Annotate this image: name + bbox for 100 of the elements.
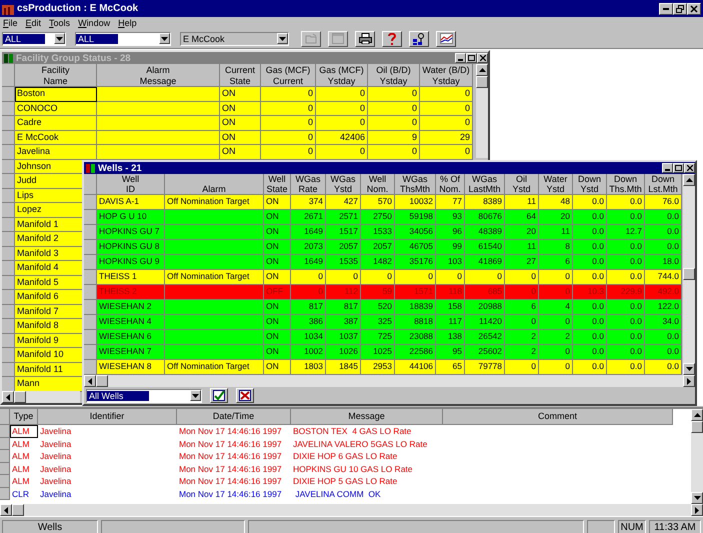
row-header[interactable] [84, 330, 97, 345]
maximize-button[interactable] [466, 53, 477, 63]
row-header[interactable] [2, 304, 15, 319]
column-header[interactable]: Comment [443, 409, 673, 425]
column-header[interactable]: Gas (MCF) Current [261, 64, 316, 87]
scroll-thumb[interactable] [476, 76, 488, 88]
row-header[interactable] [0, 438, 10, 450]
table-cell: 20 [505, 225, 539, 240]
row-header[interactable] [84, 195, 97, 210]
scrollbar[interactable] [84, 375, 695, 387]
row-header[interactable] [2, 87, 15, 102]
row-header[interactable] [2, 188, 15, 203]
column-header[interactable]: Current State [220, 64, 261, 87]
close-button[interactable] [477, 53, 488, 63]
close-button[interactable] [684, 163, 695, 173]
column-header[interactable]: Type [10, 409, 38, 425]
scrollbar[interactable] [0, 504, 703, 516]
toolbar-button[interactable] [382, 30, 402, 46]
row-header[interactable] [2, 290, 15, 304]
close-button[interactable] [687, 2, 701, 14]
row-header[interactable] [2, 203, 15, 218]
dropdown[interactable]: All Wells [86, 388, 202, 402]
row-header[interactable] [2, 218, 15, 232]
menu-item[interactable]: File [3, 18, 18, 28]
scroll-thumb[interactable] [12, 504, 24, 516]
row-header[interactable] [84, 255, 97, 270]
column-header[interactable]: Gas (MCF) Ystday [316, 64, 368, 87]
scrollbar[interactable] [476, 64, 488, 158]
scrollbar[interactable] [683, 174, 695, 375]
scrollbar[interactable] [2, 391, 80, 403]
row-header[interactable] [2, 246, 15, 261]
cancel-button[interactable] [236, 388, 254, 403]
column-header[interactable]: Down Ths.Mth [607, 174, 645, 195]
row-header[interactable] [2, 334, 15, 348]
dropdown[interactable]: ALL [2, 32, 66, 46]
row-header[interactable] [2, 348, 15, 362]
row-header[interactable] [0, 462, 10, 475]
column-header[interactable]: WGas Rate [291, 174, 326, 195]
row-header[interactable] [2, 130, 15, 145]
menu-item[interactable]: Window [78, 18, 110, 28]
column-header[interactable]: Oil (B/D) Ystday [368, 64, 420, 87]
column-header[interactable]: Well Nom. [361, 174, 395, 195]
row-header[interactable] [0, 475, 10, 488]
row-header[interactable] [2, 145, 15, 160]
column-header[interactable]: Message [291, 409, 443, 425]
toolbar-button[interactable] [409, 30, 429, 46]
column-header[interactable]: Alarm Message [97, 64, 220, 87]
row-header[interactable] [2, 276, 15, 290]
row-header[interactable] [2, 362, 15, 377]
minimize-button[interactable] [659, 2, 673, 14]
column-header[interactable]: Down Ystd [573, 174, 607, 195]
row-header[interactable] [84, 270, 97, 285]
row-header[interactable] [84, 225, 97, 240]
scroll-thumb[interactable] [683, 268, 695, 280]
row-header[interactable] [2, 174, 15, 188]
toolbar-button[interactable] [436, 30, 456, 46]
table-cell: 59198 [395, 210, 436, 225]
column-header[interactable]: % Of Nom. [436, 174, 465, 195]
row-header[interactable] [2, 232, 15, 246]
column-header[interactable]: Date/Time [177, 409, 291, 425]
row-header[interactable] [2, 319, 15, 334]
scroll-thumb[interactable] [691, 421, 703, 433]
scrollbar[interactable] [691, 409, 703, 504]
column-header[interactable]: WGas ThsMth [395, 174, 436, 195]
column-header[interactable]: Oil Ystd [505, 174, 539, 195]
row-header[interactable] [0, 488, 10, 500]
column-header[interactable]: WGas LastMth [465, 174, 505, 195]
row-header[interactable] [0, 425, 10, 438]
toolbar-button[interactable] [355, 30, 375, 46]
menu-item[interactable]: Edit [26, 18, 42, 28]
row-header[interactable] [84, 285, 97, 300]
column-header[interactable]: WGas Ystd [326, 174, 361, 195]
column-header[interactable]: Facility Name [15, 64, 97, 87]
dropdown[interactable]: ALL [75, 32, 171, 46]
column-header[interactable]: Water (B/D) Ystday [420, 64, 473, 87]
menu-item[interactable]: Help [118, 18, 137, 28]
apply-button[interactable] [210, 388, 228, 403]
column-header[interactable]: Well ID [97, 174, 165, 195]
column-header[interactable]: Alarm [165, 174, 264, 195]
row-header[interactable] [2, 102, 15, 116]
row-header[interactable] [84, 315, 97, 330]
row-header[interactable] [2, 261, 15, 276]
column-header[interactable]: Water Ystd [539, 174, 573, 195]
restore-button[interactable] [673, 2, 687, 14]
row-header[interactable] [84, 240, 97, 255]
row-header[interactable] [2, 116, 15, 130]
scroll-thumb[interactable] [14, 391, 26, 403]
maximize-button[interactable] [673, 163, 684, 173]
row-header[interactable] [84, 210, 97, 225]
scroll-thumb[interactable] [96, 375, 108, 387]
row-header[interactable] [84, 345, 97, 360]
column-header[interactable]: Well State [264, 174, 291, 195]
row-header[interactable] [0, 450, 10, 462]
column-header[interactable]: Down Lst.Mth [645, 174, 682, 195]
minimize-button[interactable] [455, 53, 466, 63]
column-header[interactable]: Identifier [38, 409, 177, 425]
row-header[interactable] [2, 160, 15, 174]
row-header[interactable] [84, 300, 97, 315]
minimize-button[interactable] [662, 163, 673, 173]
menu-item[interactable]: Tools [49, 18, 70, 28]
